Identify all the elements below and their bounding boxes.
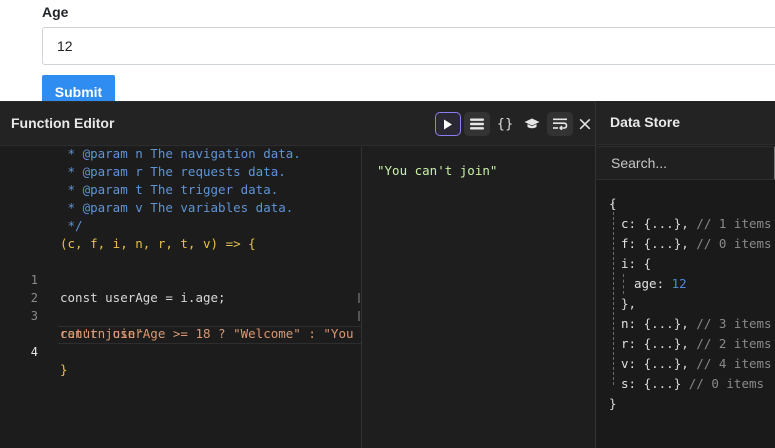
code-line: * @param r The requests data. xyxy=(60,164,286,179)
code-line: (c, f, i, n, r, t, v) => { xyxy=(60,236,256,251)
form-area: Age Submit xyxy=(0,0,775,105)
output-result: "You can't join" xyxy=(377,163,498,178)
function-editor-panel: Function Editor {} × * @param n The navi… xyxy=(0,101,595,448)
code-line: * @param n The navigation data. xyxy=(60,147,301,161)
code-line: */ xyxy=(60,218,83,233)
graduation-cap-icon xyxy=(524,118,540,129)
braces-button[interactable]: {} xyxy=(492,112,518,136)
code-editor[interactable]: * @param n The navigation data. * @param… xyxy=(0,147,362,448)
code-line: 4 xyxy=(0,325,361,359)
data-tree: { c: {...}, // 1 items f: {...}, // 0 it… xyxy=(596,181,775,448)
list-view-button[interactable] xyxy=(464,112,490,136)
tree-row: age: 12 xyxy=(634,276,687,291)
tree-row[interactable]: r: {...}, // 2 items xyxy=(621,334,772,354)
code-line: 2 xyxy=(0,271,361,305)
tree-row[interactable]: v: {...}, // 4 items xyxy=(621,354,772,374)
wrap-icon xyxy=(552,118,567,130)
output-panel: "You can't join" xyxy=(363,147,595,448)
close-icon: × xyxy=(577,113,593,135)
overflow-marker xyxy=(358,311,360,321)
age-input[interactable] xyxy=(42,27,775,65)
list-icon xyxy=(470,118,484,130)
store-title: Data Store xyxy=(610,114,681,130)
store-header: Data Store xyxy=(596,101,775,145)
tree-close-brace: } xyxy=(609,396,617,411)
tree-row[interactable]: f: {...}, // 0 items xyxy=(621,234,772,254)
tree-row[interactable]: s: {...} // 0 items xyxy=(621,374,764,394)
tree-row[interactable]: c: {...}, // 1 items xyxy=(621,214,772,234)
play-icon xyxy=(444,119,452,129)
close-button[interactable]: × xyxy=(575,112,595,136)
data-store-panel: Data Store { c: {...}, // 1 items f: {..… xyxy=(595,101,775,448)
code-line: * @param t The trigger data. xyxy=(60,182,279,197)
tree-guide xyxy=(623,274,624,294)
code-line: can't join" xyxy=(60,326,143,341)
code-line: * @param v The variables data. xyxy=(60,200,294,215)
learn-button[interactable] xyxy=(519,112,545,136)
tree-row[interactable]: n: {...}, // 3 items xyxy=(621,314,772,334)
store-search-input[interactable] xyxy=(596,146,775,180)
editor-header: Function Editor {} × xyxy=(0,102,595,146)
tree-open-brace: { xyxy=(609,196,617,211)
code-line: 3 return userAge >= 18 ? "Welcome" : "Yo… xyxy=(0,289,361,341)
editor-title: Function Editor xyxy=(11,115,115,131)
code-line: 1 const userAge = i.age; xyxy=(0,253,361,305)
tree-guide xyxy=(613,202,614,385)
overflow-marker xyxy=(358,293,360,303)
tree-row[interactable]: i: { xyxy=(621,254,651,274)
run-button[interactable] xyxy=(435,112,461,136)
age-label: Age xyxy=(42,4,69,20)
tree-row: }, xyxy=(621,296,637,311)
wrap-button[interactable] xyxy=(547,112,573,136)
code-line: } xyxy=(60,362,68,377)
